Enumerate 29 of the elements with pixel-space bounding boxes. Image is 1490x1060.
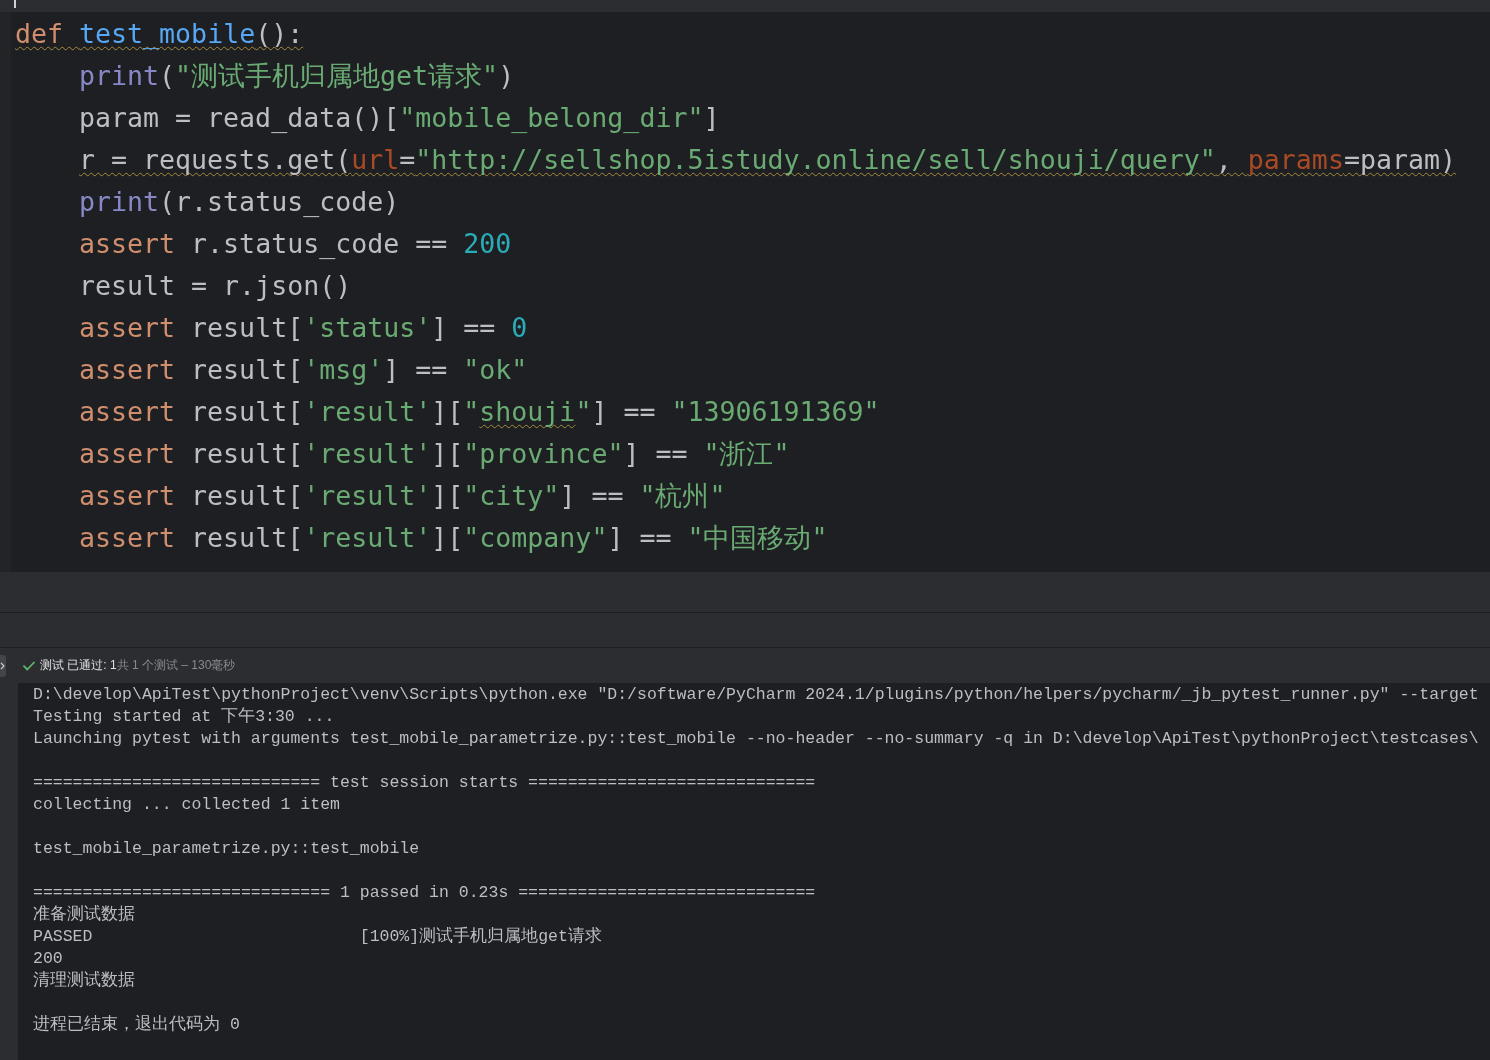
console-line: collecting ... collected 1 item: [33, 794, 340, 816]
console-line: 准备测试数据: [33, 904, 135, 926]
code-line: def test_mobile():: [15, 17, 304, 51]
console-line: test_mobile_parametrize.py::test_mobile: [33, 838, 420, 860]
code-line: assert result['result']["shouji"] == "13906191369": [79, 395, 880, 429]
code-line: print("测试手机归属地get请求"): [79, 59, 515, 93]
test-status-label: 测试 已通过: 1: [40, 657, 117, 674]
console-line: 清理测试数据: [33, 970, 135, 992]
code-line: assert result['result']["city"] == "杭州": [79, 479, 726, 513]
code-line: assert result['status'] == 0: [79, 311, 528, 345]
code-line: r = requests.get(url="http://sellshop.5istudy.online/sell/shouji/query", params=param): [79, 143, 1456, 177]
code-line: result = r.json(): [79, 269, 352, 303]
console-line: ============================== 1 passed in 0.23s ==============================: [33, 882, 816, 904]
code-line: assert result['msg'] == "ok": [79, 353, 528, 387]
code-line: assert result['result']["province"] == "浙江": [79, 437, 790, 471]
console-line: ============================= test session starts =============================: [33, 772, 816, 794]
text-cursor: [14, 0, 16, 8]
panel-toggle-icon[interactable]: [0, 654, 6, 677]
console-line: 进程已结束，退出代码为 0: [33, 1014, 240, 1036]
console-line: 200: [33, 948, 63, 970]
code-line: assert result['result']["company"] == "中国移动": [79, 521, 828, 555]
code-line: print(r.status_code): [79, 185, 400, 219]
console-line: Testing started at 下午3:30 ...: [33, 706, 335, 728]
console-line: Launching pytest with arguments test_mobile_parametrize.py::test_mobile --no-header --no-summary -q in D:\develop\ApiTest\pythonProject\testcases\: [33, 728, 1479, 750]
test-summary: 共 1 个测试 – 130毫秒: [116, 657, 236, 674]
code-line: assert r.status_code == 200: [79, 227, 512, 261]
code-line: param = read_data()["mobile_belong_dir"]: [79, 101, 720, 135]
console-line: D:\develop\ApiTest\pythonProject\venv\Scripts\python.exe "D:/software/PyCharm 2024.1/plugins/python/helpers/pycharm/_jb_pytest_runner.py" --target: [33, 684, 1479, 706]
console-line: PASSED [100%]测试手机归属地get请求: [33, 926, 602, 948]
